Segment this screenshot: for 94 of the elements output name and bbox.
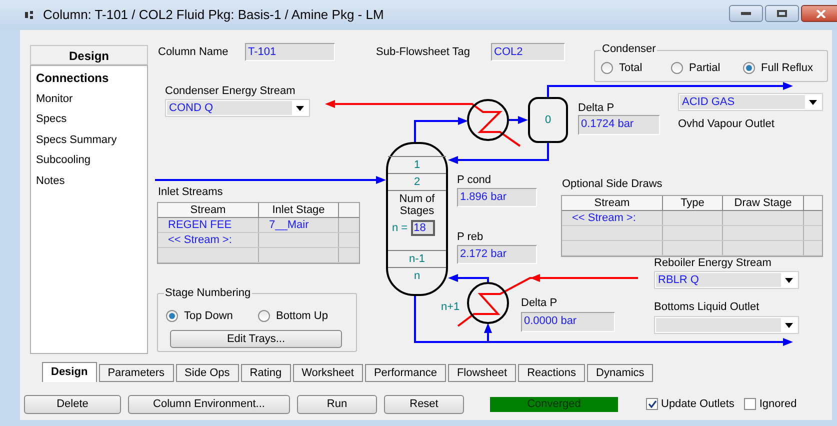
status-indicator: Converged	[490, 396, 618, 412]
edit-trays-button[interactable]: Edit Trays...	[170, 330, 342, 348]
action-button[interactable]: Delete	[24, 394, 121, 414]
radio-button[interactable]	[166, 310, 178, 322]
dropdown-arrow-icon	[296, 106, 304, 110]
reboiler-delta-p-field[interactable]: 0.0000 bar	[521, 312, 615, 332]
window-title: Column: T-101 / COL2 Fluid Pkg: Basis-1 / Amine Pkg - LM	[43, 6, 384, 24]
sidebar-item[interactable]: Subcooling	[31, 150, 147, 170]
close-button[interactable]	[801, 5, 837, 22]
dropdown-arrow-icon	[785, 278, 793, 282]
n-label: n =	[392, 221, 408, 236]
vapour-outlet-dropdown[interactable]: ACID GAS	[678, 93, 823, 111]
action-button[interactable]: Run	[297, 394, 377, 414]
reboiler-energy-dropdown[interactable]: RBLR Q	[654, 271, 799, 289]
dropdown-arrow-icon	[785, 322, 793, 328]
subflowsheet-tag-field[interactable]: COL2	[491, 43, 565, 61]
check-icon	[648, 400, 656, 408]
table-cell[interactable]: 7__Mair	[269, 219, 309, 231]
section-title: Optional Side Draws	[562, 178, 662, 191]
table-cell[interactable]: << Stream >:	[572, 212, 636, 224]
checkbox-label: Update Outlets	[661, 396, 734, 412]
sidebar-item[interactable]: Monitor	[31, 88, 147, 109]
column-header: Stream	[158, 203, 259, 218]
stage-number: 1	[388, 156, 446, 173]
field-label: Delta P	[578, 102, 614, 115]
tab[interactable]: Design	[42, 362, 97, 382]
stage-number: n	[388, 267, 446, 284]
sidebar-item[interactable]: Notes	[31, 170, 147, 191]
section-title: Inlet Streams	[158, 186, 223, 199]
table-cell[interactable]: REGEN FEE	[168, 219, 232, 231]
boilup-stream-arrow	[448, 274, 489, 283]
stage-number: n+1	[441, 301, 460, 314]
radio-button[interactable]	[743, 62, 755, 74]
maximize-icon	[777, 10, 787, 17]
field-label: Reboiler Energy Stream	[654, 257, 772, 270]
checkbox[interactable]	[646, 398, 658, 410]
p-cond-field[interactable]: 1.896 bar	[457, 188, 537, 207]
radio-button[interactable]	[258, 310, 270, 322]
field-label: Bottoms Liquid Outlet	[654, 301, 760, 314]
field-label: P reb	[457, 231, 484, 244]
tab[interactable]: Rating	[240, 364, 291, 382]
reboiler-feed-arrow	[484, 323, 492, 342]
radio-label: Total	[619, 61, 642, 76]
condensate-stream-arrow	[508, 116, 528, 124]
minimize-button[interactable]	[729, 5, 763, 22]
reboiler-icon	[467, 282, 509, 324]
stage-number: 0	[544, 112, 552, 128]
tab[interactable]: Dynamics	[587, 364, 654, 382]
vapour-stream-arrow	[414, 117, 468, 142]
minimize-icon	[741, 12, 751, 15]
radio-button[interactable]	[671, 62, 683, 74]
window-menu-icon	[25, 11, 33, 19]
column-header: Stream	[562, 196, 663, 211]
tab[interactable]: Worksheet	[292, 364, 363, 382]
field-label: Ovhd Vapour Outlet	[678, 118, 774, 131]
tab[interactable]: Parameters	[98, 364, 174, 382]
sidebar-item[interactable]: Specs Summary	[31, 130, 147, 150]
num-stages-label: Num of Stages	[388, 190, 446, 217]
tab[interactable]: Performance	[364, 364, 446, 382]
num-stages-field[interactable]: 18	[410, 220, 435, 236]
sidebar-item[interactable]: Specs	[31, 109, 147, 130]
tab[interactable]: Side Ops	[176, 364, 239, 382]
condenser-icon	[467, 99, 509, 141]
radio-label: Full Reflux	[761, 61, 813, 76]
close-icon	[816, 10, 826, 18]
action-button[interactable]: Reset	[384, 394, 464, 414]
radio-button[interactable]	[601, 62, 613, 74]
maximize-button[interactable]	[765, 5, 799, 22]
column-name-field[interactable]: T-101	[245, 43, 335, 61]
action-button[interactable]: Column Environment...	[128, 394, 290, 414]
checkbox-label: Ignored	[759, 396, 797, 412]
p-reb-field[interactable]: 2.172 bar	[457, 245, 537, 264]
condenser-energy-dropdown[interactable]: COND Q	[165, 99, 310, 117]
sidebar-title: Design	[30, 45, 148, 65]
stage-number: 2	[388, 173, 446, 190]
field-label: Condenser Energy Stream	[165, 85, 296, 98]
radio-label: Top Down	[184, 309, 233, 324]
field-label: P cond	[457, 174, 492, 187]
field-label: Column Name	[158, 46, 228, 59]
dropdown-arrow-icon	[809, 100, 817, 104]
radio-label: Bottom Up	[276, 309, 328, 324]
stage-number: n-1	[388, 250, 446, 267]
column-header: Draw Stage	[723, 196, 804, 211]
group-title: Stage Numbering	[164, 287, 252, 300]
field-label: Delta P	[521, 297, 558, 310]
condenser-delta-p-field[interactable]: 0.1724 bar	[578, 115, 660, 135]
tab[interactable]: Reactions	[518, 364, 586, 382]
column-header: Inlet Stage	[259, 203, 339, 218]
checkbox[interactable]	[744, 398, 756, 410]
field-label: Sub-Flowsheet Tag	[376, 46, 470, 59]
column-header: Type	[663, 196, 723, 211]
radio-label: Partial	[689, 61, 720, 76]
sidebar-item[interactable]: Connections	[31, 68, 147, 88]
tab[interactable]: Flowsheet	[448, 364, 516, 382]
